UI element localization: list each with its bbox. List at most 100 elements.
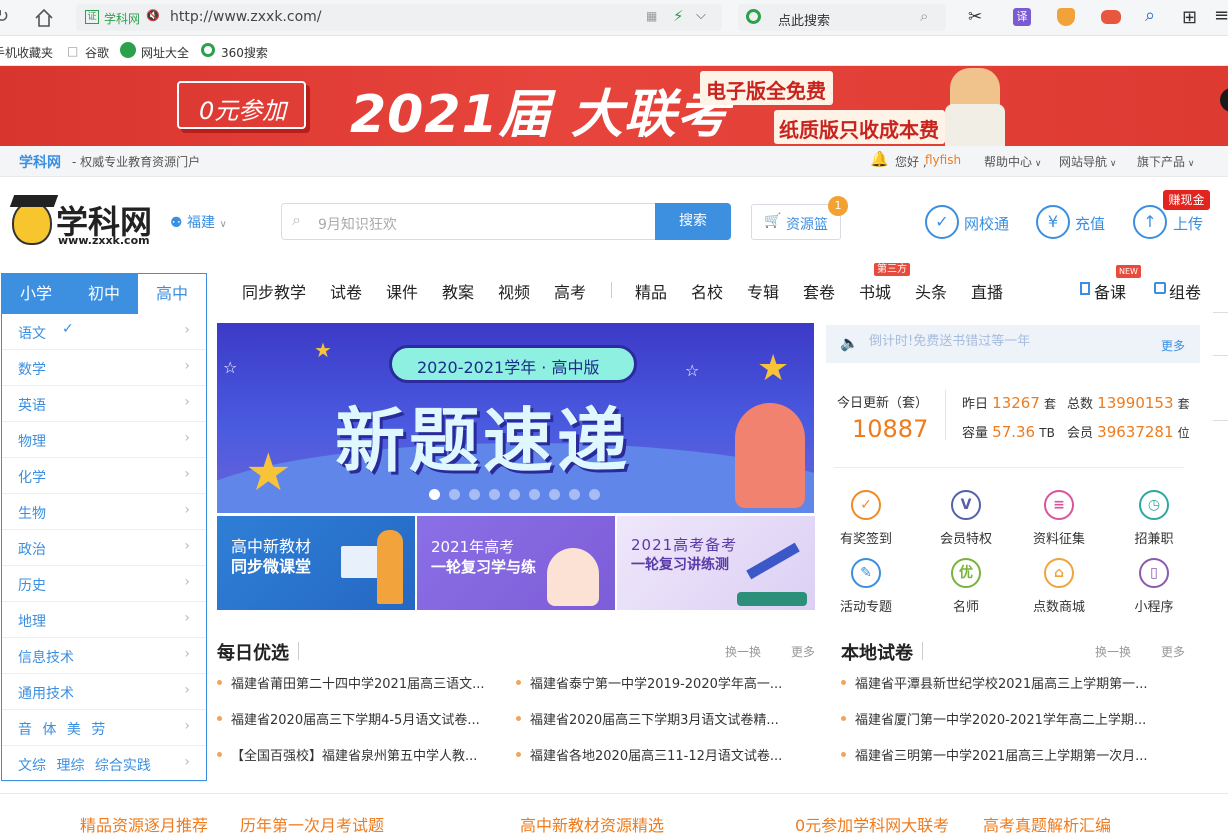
nav-compose-paper[interactable]: 组卷 <box>1169 279 1201 303</box>
carousel-dot[interactable] <box>569 489 580 500</box>
sidebar-item-subject[interactable]: 语文 ✓ › <box>2 314 206 350</box>
nav-paper-sets[interactable]: 套卷 <box>803 279 835 303</box>
sidebar-item-subject[interactable]: 英语 › <box>2 386 206 422</box>
notice-more-link[interactable]: 更多 <box>1161 337 1185 354</box>
notice-text[interactable]: 倒计时!免费送书错过等一年 <box>869 330 1030 349</box>
nav-premium[interactable]: 精品 <box>635 279 667 303</box>
banner-cta-button[interactable]: 0元参加 <box>177 81 306 129</box>
bottom-link-1[interactable]: 精品资源逐月推荐 <box>80 812 208 836</box>
sidebar-item-subject[interactable]: 数学 › <box>2 350 206 386</box>
bookmark-360[interactable]: 360搜索 <box>221 44 268 61</box>
list-item[interactable]: 【全国百强校】福建省泉州第五中学人教... <box>217 745 499 764</box>
lightning-icon[interactable]: ⚡ <box>673 7 684 25</box>
sidebar-item-subject[interactable]: 音 体 美 劳 › <box>2 710 206 746</box>
scissors-icon[interactable]: ✂ <box>968 7 982 27</box>
carousel-dot[interactable] <box>549 489 560 500</box>
brand-link[interactable]: 学科网 <box>19 152 61 172</box>
sidebar-item-subject[interactable]: 历史 › <box>2 566 206 602</box>
username-link[interactable]: flyfish <box>925 153 961 167</box>
list-item[interactable]: 福建省泰宁第一中学2019-2020学年高一... <box>516 673 798 692</box>
carousel-dot[interactable] <box>449 489 460 500</box>
carousel-dot[interactable] <box>429 489 440 500</box>
recharge-link[interactable]: 充值 <box>1075 213 1105 234</box>
school-icon[interactable]: ✓ <box>925 205 959 239</box>
yen-icon[interactable]: ¥ <box>1036 205 1070 239</box>
nav-albums[interactable]: 专辑 <box>747 279 779 303</box>
daily-more-link[interactable]: 更多 <box>791 643 815 660</box>
sidebar-item-subject[interactable]: 政治 › <box>2 530 206 566</box>
nav-lesson-plans[interactable]: 教案 <box>442 279 474 303</box>
bookmark-google[interactable]: 谷歌 <box>85 44 109 61</box>
carousel-dot[interactable] <box>469 489 480 500</box>
url-text[interactable]: http://www.zxxk.com/ <box>170 9 322 25</box>
nav-headlines[interactable]: 头条 <box>915 279 947 303</box>
chevron-down-icon[interactable]: ⌵ <box>696 8 706 23</box>
sidebar-item-subject[interactable]: 生物 › <box>2 494 206 530</box>
list-item[interactable]: 福建省2020届高三下学期3月语文试卷精... <box>516 709 798 728</box>
bottom-link-5[interactable]: 高考真题解析汇编 <box>983 812 1111 836</box>
list-item[interactable]: 福建省平潭县新世纪学校2021届高三上学期第一... <box>841 673 1181 692</box>
feature-item[interactable]: ⌂ 点数商城 <box>1019 558 1099 615</box>
thumb-new-textbook[interactable]: 高中新教材 同步微课堂 <box>217 516 415 610</box>
thumb-gaokao-prep[interactable]: 2021高考备考 一轮复习讲练测 <box>617 516 815 610</box>
nav-sync[interactable]: 同步教学 <box>242 279 306 303</box>
cash-tag[interactable]: 赚现金 <box>1163 190 1210 210</box>
nav-courseware[interactable]: 课件 <box>386 279 418 303</box>
promo-banner[interactable]: 0元参加 2021届 大联考 电子版全免费 纸质版只收成本费 <box>0 66 1228 146</box>
carousel-dot[interactable] <box>529 489 540 500</box>
search-icon[interactable]: ⌕ <box>920 7 928 25</box>
browser-search-input[interactable]: 点此搜索 <box>778 10 830 29</box>
help-center-link[interactable]: 帮助中心 ∨ <box>984 153 1041 170</box>
resource-basket[interactable]: 🛒 资源篮 <box>751 204 841 240</box>
list-item[interactable]: 福建省各地2020届高三11-12月语文试卷... <box>516 745 798 764</box>
feature-item[interactable]: 优名师 <box>926 558 1006 615</box>
carousel-dot[interactable] <box>509 489 520 500</box>
shield-coin-icon[interactable] <box>1057 8 1075 26</box>
home-icon[interactable] <box>34 8 54 28</box>
list-item[interactable]: 福建省厦门第一中学2020-2021学年高二上学期... <box>841 709 1181 728</box>
address-bar[interactable]: 证 学科网 🔇 http://www.zxxk.com/ ▦ ⚡ ⌵ <box>76 4 722 31</box>
nav-lesson-prep[interactable]: 备课 <box>1094 279 1126 303</box>
qr-icon[interactable]: ▦ <box>646 9 657 23</box>
nav-papers[interactable]: 试卷 <box>330 279 362 303</box>
magnifier-icon[interactable]: ⌕ <box>1145 5 1155 26</box>
sidebar-item-subject[interactable]: 地理 › <box>2 602 206 638</box>
upload-link[interactable]: 上传 <box>1173 213 1203 234</box>
tab-junior[interactable]: 初中 <box>70 274 138 314</box>
daily-swap-link[interactable]: 换一换 <box>725 643 761 660</box>
feature-item[interactable]: ▯ 小程序 <box>1114 558 1194 615</box>
feature-item[interactable]: ✓ 有奖签到 <box>826 490 906 547</box>
list-item[interactable]: 福建省2020届高三下学期4-5月语文试卷... <box>217 709 499 728</box>
sidebar-item-subject[interactable]: 物理 › <box>2 422 206 458</box>
grid-icon[interactable]: ⊞ <box>1182 7 1197 28</box>
site-search-input[interactable]: 9月知识狂欢 <box>318 214 397 234</box>
bookmark-mobile[interactable]: 手机收藏夹 <box>0 44 53 61</box>
menu-icon[interactable]: ≡ <box>1214 5 1228 26</box>
refresh-icon[interactable]: ↻ <box>0 6 9 27</box>
thumb-gaokao-review[interactable]: 2021年高考 一轮复习学与练 <box>417 516 615 610</box>
feature-item[interactable]: V 会员特权 <box>926 490 1006 547</box>
feature-item[interactable]: ◷ 招兼职 <box>1114 490 1194 547</box>
browser-search[interactable]: 点此搜索 ⌕ <box>738 4 946 31</box>
tab-primary[interactable]: 小学 <box>2 274 70 314</box>
hero-carousel[interactable]: 2020-2021学年 · 高中版 新题速递 ★ ★ ★ ☆ ☆ <box>217 323 814 513</box>
list-item[interactable]: 福建省莆田第二十四中学2021届高三语文... <box>217 673 499 692</box>
nav-famous-schools[interactable]: 名校 <box>691 279 723 303</box>
bottom-link-3[interactable]: 高中新教材资源精选 <box>520 812 664 836</box>
carousel-dot[interactable] <box>589 489 600 500</box>
list-item[interactable]: 福建省三明第一中学2021届高三上学期第一次月... <box>841 745 1181 764</box>
tab-senior[interactable]: 高中 <box>138 274 206 314</box>
products-link[interactable]: 旗下产品 ∨ <box>1137 153 1194 170</box>
site-nav-link[interactable]: 网站导航 ∨ <box>1059 153 1116 170</box>
local-swap-link[interactable]: 换一换 <box>1095 643 1131 660</box>
sidebar-item-subject[interactable]: 信息技术 › <box>2 638 206 674</box>
nav-bookstore[interactable]: 书城 <box>859 279 891 303</box>
bell-icon[interactable]: 🔔 <box>870 150 889 168</box>
nav-video[interactable]: 视频 <box>498 279 530 303</box>
local-more-link[interactable]: 更多 <box>1161 643 1185 660</box>
nav-live[interactable]: 直播 <box>971 279 1003 303</box>
translate-icon[interactable]: 译 <box>1013 8 1031 26</box>
feature-item[interactable]: ✎ 活动专题 <box>826 558 906 615</box>
search-button[interactable]: 搜索 <box>655 203 731 240</box>
game-icon[interactable] <box>1101 10 1121 24</box>
